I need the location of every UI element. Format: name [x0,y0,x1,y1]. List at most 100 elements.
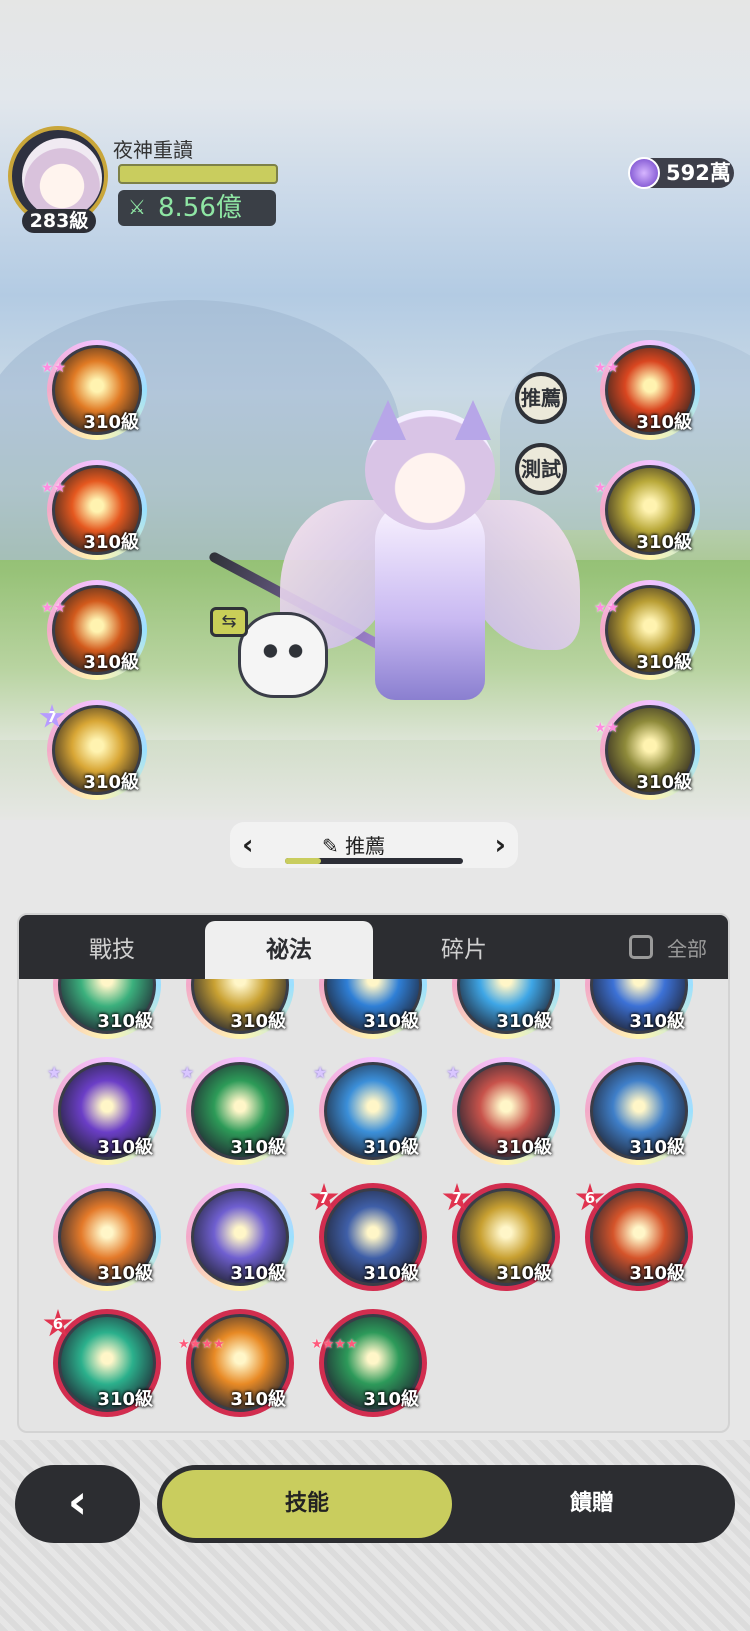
secret-skill-icon[interactable]: 310級 6 [43,1309,161,1417]
preset-progress-track [285,858,463,864]
secret-skill-icon[interactable]: 310級★ [53,979,161,1039]
left-skill[interactable]: 310級 7 [39,700,147,800]
skill-level-label: 310級 [629,1011,685,1032]
player-exp-bar [118,164,278,184]
secret-skill-icon[interactable]: 310級 6 [575,1183,693,1291]
star-icon: ★ [313,1063,328,1082]
combat-power-value: 8.56億 [158,193,242,223]
secret-skill-icon[interactable]: 310級 [186,1183,294,1291]
skill-level-label: 310級 [363,1263,419,1284]
star-rating-icon: ★★ [594,720,620,736]
skill-level-label: 310級 [83,772,139,793]
left-skill[interactable]: 310級 ★★ [41,340,147,440]
star-rating-icon: ★★ [41,360,67,376]
skill-level-label: 310級 [97,1011,153,1032]
right-skill[interactable]: 310級 ★★ [594,700,700,800]
pet-panda[interactable] [238,612,328,698]
skill-level-label: 310級 [97,1263,153,1284]
secret-skill-icon[interactable]: 310級★ [319,979,427,1039]
secret-skill-icon[interactable]: 310級 [585,1057,693,1165]
right-skill[interactable]: 310級 ★ [594,460,700,560]
test-button[interactable]: 測試 [515,443,567,495]
secret-skill-icon[interactable]: 310級 ★ [180,1057,294,1165]
show-all-checkbox[interactable] [629,935,653,959]
skills-tab-button[interactable]: 技能 [162,1470,452,1538]
skill-level-label: 310級 [496,1011,552,1032]
right-skill[interactable]: 310級 ★★ [594,340,700,440]
star-icon: ★ [446,1063,461,1082]
chevron-left-icon: ‹ [67,1474,88,1530]
skill-level-label: 310級 [629,1137,685,1158]
tab-combat[interactable]: 戰技 [37,921,187,979]
star-rating-icon: ★★ [594,600,620,616]
skill-level-label: 310級 [629,1263,685,1284]
secret-skill-icon[interactable]: 310級★ [452,979,560,1039]
mode-switch: 技能 饋贈 [157,1465,735,1543]
skill-level-label: 310級 [230,1263,286,1284]
skill-tabs: 戰技 祕法 碎片 全部 [19,915,728,979]
currency-display[interactable]: 592萬 [628,157,734,189]
skill-level-label: 310級 [363,1011,419,1032]
secret-skill-icon[interactable]: 310級 ★ [446,1057,560,1165]
skill-level-label: 310級 [636,652,692,673]
skill-level-label: 310級 [97,1389,153,1410]
skill-level-label: 310級 [230,1389,286,1410]
skill-level-label: 310級 [636,412,692,433]
secret-skill-icon[interactable]: 310級★ [585,979,693,1039]
star-rating-icon: ★★ [41,600,67,616]
star-icon: ★ [47,1063,62,1082]
back-button[interactable]: ‹ [15,1465,140,1543]
skill-panel: 戰技 祕法 碎片 全部 310級★310級★310級★310級★310級★310… [17,913,730,1433]
skill-level-label: 310級 [496,1137,552,1158]
combat-power: ⚔ 8.56億 [118,190,276,226]
hero-body [375,500,485,700]
sword-icon: ⚔ [128,195,146,219]
star-rating-icon: ★★ [594,360,620,376]
skill-level-label: 310級 [83,532,139,553]
preset-next-button[interactable]: › [494,828,506,861]
secret-skill-icon[interactable]: 310級★ [186,979,294,1039]
skill-level-label: 310級 [83,412,139,433]
star-icon: ★ [180,1063,195,1082]
skill-level-label: 310級 [230,1011,286,1032]
gem-icon [628,157,660,189]
left-skill[interactable]: 310級 ★★ [41,460,147,560]
secret-skill-icon[interactable]: 310級 ★ [313,1057,427,1165]
player-name: 夜神重讀 [113,138,193,162]
secret-skill-icon[interactable]: 310級 ★ [47,1057,161,1165]
star-rating-icon: ★★★★ [311,1338,358,1351]
right-skill[interactable]: 310級 ★★ [594,580,700,680]
skill-level-label: 310級 [97,1137,153,1158]
skill-level-label: 310級 [496,1263,552,1284]
skill-level-label: 310級 [83,652,139,673]
preset-prev-button[interactable]: ‹ [242,828,254,861]
skill-grid: 310級★310級★310級★310級★310級★310級★310級★310級★… [19,979,728,1431]
star-rating-icon: ★★ [41,480,67,496]
secret-skill-icon[interactable]: 310級 7 [442,1183,560,1291]
star-rating-icon: ★★★★ [178,1338,225,1351]
player-level-badge: 283級 [22,209,96,233]
skill-level-label: 310級 [230,1137,286,1158]
recommend-button[interactable]: 推薦 [515,372,567,424]
secret-skill-icon[interactable]: 310級 ★★★★ [311,1309,427,1417]
secret-skill-icon[interactable]: 310級 [53,1183,161,1291]
swap-pet-button[interactable]: ⇆ [210,607,248,637]
show-all-label: 全部 [667,937,707,961]
skill-level-label: 310級 [636,532,692,553]
left-skill[interactable]: 310級 ★★ [41,580,147,680]
skill-level-label: 310級 [363,1389,419,1410]
tab-secret[interactable]: 祕法 [205,921,373,979]
preset-label[interactable]: ✎ 推薦 [322,830,385,859]
avatar-face [22,138,102,218]
preset-name: 推薦 [345,834,386,858]
secret-skill-icon[interactable]: 310級 ★★★★ [178,1309,294,1417]
secret-skill-icon[interactable]: 310級 7 [309,1183,427,1291]
skill-level-label: 310級 [636,772,692,793]
preset-progress-fill [285,858,321,864]
preset-selector: ‹ ✎ 推薦 › [230,822,518,868]
star-rating-icon: ★ [594,480,607,496]
currency-value: 592萬 [666,161,731,185]
tab-fragments[interactable]: 碎片 [389,921,539,979]
skill-level-label: 310級 [363,1137,419,1158]
gift-tab-button[interactable]: 饋贈 [457,1470,727,1538]
